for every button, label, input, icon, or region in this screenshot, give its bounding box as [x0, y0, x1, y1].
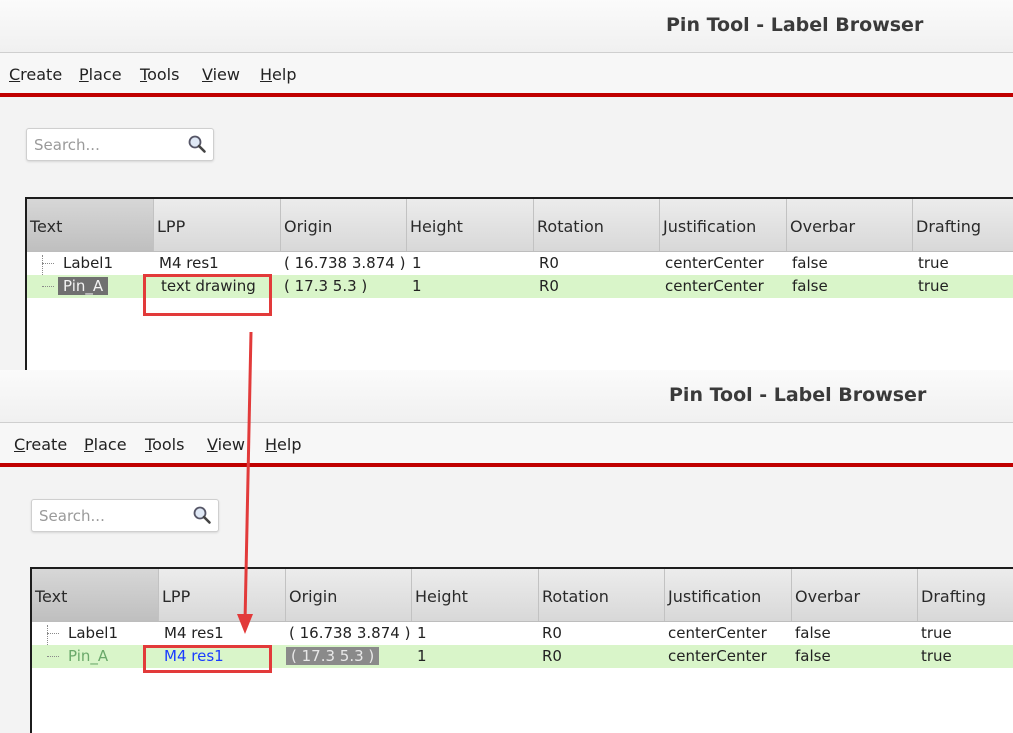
- menu-tools[interactable]: Tools: [140, 65, 179, 84]
- cell-lpp: M4 res1: [159, 254, 219, 272]
- col-lpp[interactable]: LPP: [154, 199, 281, 251]
- cell-overbar: false: [792, 254, 828, 272]
- label-browser-window-after: Pin Tool - Label Browser Create Place To…: [0, 370, 1013, 733]
- cell-justification: centerCenter: [665, 254, 764, 272]
- col-justification[interactable]: Justification: [660, 199, 787, 251]
- title-bar: Pin Tool - Label Browser: [0, 370, 1013, 423]
- menu-create[interactable]: Create: [9, 65, 62, 84]
- col-justification[interactable]: Justification: [665, 569, 792, 621]
- search-box[interactable]: [31, 499, 219, 532]
- title-bar: Pin Tool - Label Browser: [0, 0, 1013, 53]
- cell-text[interactable]: Pin_A: [68, 645, 108, 668]
- col-rotation[interactable]: Rotation: [539, 569, 665, 621]
- cell-origin: ( 17.3 5.3 ): [284, 277, 368, 295]
- search-box[interactable]: [26, 128, 214, 161]
- cell-origin: ( 16.738 3.874 ): [289, 624, 411, 642]
- search-input[interactable]: [32, 134, 186, 156]
- accent-bar: [0, 93, 1013, 97]
- cell-drafting: true: [921, 624, 952, 642]
- cell-text: Label1: [68, 624, 119, 642]
- col-drafting[interactable]: Drafting: [918, 569, 1013, 621]
- table-row[interactable]: Label1 M4 res1 ( 16.738 3.874 ) 1 R0 cen…: [32, 622, 1013, 645]
- cell-height: 1: [412, 277, 422, 295]
- cell-justification: centerCenter: [668, 624, 767, 642]
- menu-help[interactable]: Help: [265, 435, 301, 454]
- cell-justification: centerCenter: [668, 647, 767, 665]
- cell-rotation: R0: [539, 277, 559, 295]
- cell-overbar: false: [795, 624, 831, 642]
- col-rotation[interactable]: Rotation: [534, 199, 660, 251]
- col-overbar[interactable]: Overbar: [787, 199, 913, 251]
- cell-text-wrap: Pin_A: [58, 275, 109, 298]
- cell-origin-wrap: ( 17.3 5.3 ): [286, 645, 380, 668]
- cell-height: 1: [417, 647, 427, 665]
- search-icon[interactable]: [192, 505, 212, 525]
- cell-height: 1: [412, 254, 422, 272]
- accent-bar: [0, 463, 1013, 467]
- callout-box-before: [143, 274, 272, 316]
- table-header: Text LPP Origin Height Rotation Justific…: [32, 569, 1013, 622]
- menu-view[interactable]: View: [207, 435, 245, 454]
- cell-overbar: false: [795, 647, 831, 665]
- menu-help[interactable]: Help: [260, 65, 296, 84]
- window-title: Pin Tool - Label Browser: [666, 14, 924, 36]
- menu-tools[interactable]: Tools: [145, 435, 184, 454]
- window-title: Pin Tool - Label Browser: [669, 384, 927, 406]
- col-origin[interactable]: Origin: [286, 569, 412, 621]
- col-height[interactable]: Height: [412, 569, 539, 621]
- col-origin[interactable]: Origin: [281, 199, 407, 251]
- cell-rotation: R0: [539, 254, 559, 272]
- tree-branch: [42, 263, 54, 264]
- cell-text: Label1: [63, 254, 114, 272]
- cell-drafting: true: [918, 254, 949, 272]
- cell-origin[interactable]: ( 17.3 5.3 ): [286, 647, 380, 665]
- menu-view[interactable]: View: [202, 65, 240, 84]
- cell-lpp: M4 res1: [164, 624, 224, 642]
- col-drafting[interactable]: Drafting: [913, 199, 1013, 251]
- table-header: Text LPP Origin Height Rotation Justific…: [27, 199, 1013, 252]
- cell-rotation: R0: [542, 624, 562, 642]
- table-row[interactable]: Label1 M4 res1 ( 16.738 3.874 ) 1 R0 cen…: [27, 252, 1013, 275]
- cell-overbar: false: [792, 277, 828, 295]
- cell-height: 1: [417, 624, 427, 642]
- cell-rotation: R0: [542, 647, 562, 665]
- cell-drafting: true: [918, 277, 949, 295]
- menu-bar: Create Place Tools View Help: [0, 53, 1013, 93]
- col-text[interactable]: Text: [27, 199, 154, 251]
- col-text[interactable]: Text: [32, 569, 159, 621]
- col-lpp[interactable]: LPP: [159, 569, 286, 621]
- tree-branch: [47, 633, 59, 634]
- callout-box-after: [143, 645, 272, 673]
- menu-bar: Create Place Tools View Help: [0, 423, 1013, 463]
- col-height[interactable]: Height: [407, 199, 534, 251]
- menu-place[interactable]: Place: [79, 65, 122, 84]
- cell-drafting: true: [921, 647, 952, 665]
- search-icon[interactable]: [187, 134, 207, 154]
- search-input[interactable]: [37, 505, 191, 527]
- tree-branch: [42, 286, 54, 287]
- tree-branch: [47, 656, 59, 657]
- menu-place[interactable]: Place: [84, 435, 127, 454]
- cell-justification: centerCenter: [665, 277, 764, 295]
- cell-text[interactable]: Pin_A: [58, 277, 109, 295]
- cell-origin: ( 16.738 3.874 ): [284, 254, 406, 272]
- col-overbar[interactable]: Overbar: [792, 569, 918, 621]
- menu-create[interactable]: Create: [14, 435, 67, 454]
